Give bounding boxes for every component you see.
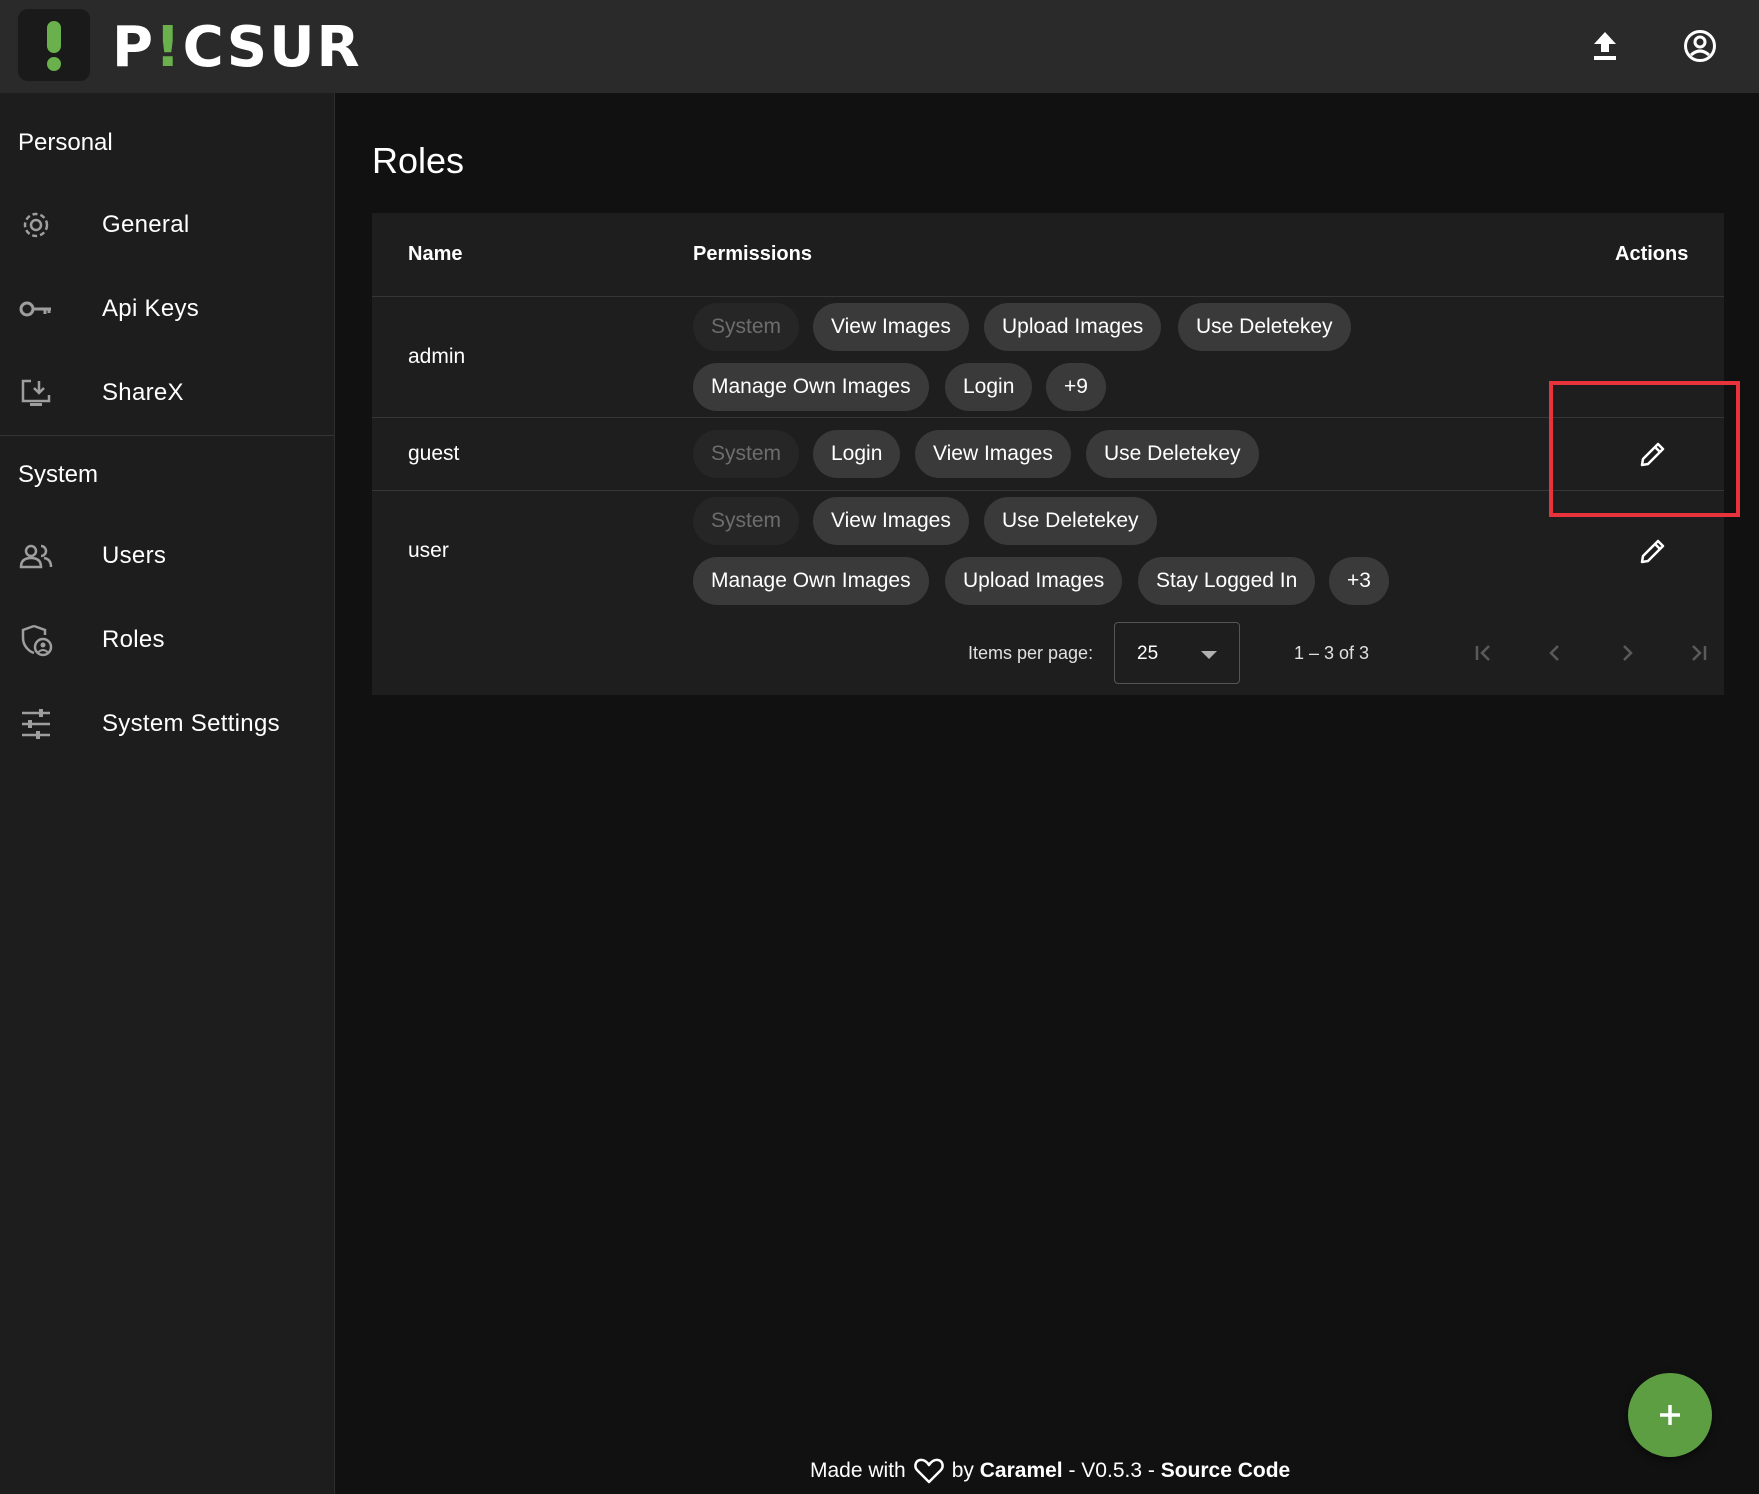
logo-icon	[18, 9, 90, 81]
permission-chip: View Images	[915, 430, 1071, 478]
permission-chip: System	[693, 497, 800, 545]
page-title: Roles	[372, 140, 465, 181]
chevron-left-icon	[1549, 645, 1559, 661]
permission-chip: Use Deletekey	[1086, 430, 1259, 478]
row-divider	[372, 417, 1724, 418]
column-header-name: Name	[408, 243, 463, 265]
edit-role-button[interactable]	[1629, 527, 1677, 575]
permission-chip: System	[693, 303, 800, 351]
sidebar-item-users[interactable]: Users	[0, 516, 334, 596]
role-name: admin	[408, 345, 466, 368]
sidebar-item-label: Api Keys	[102, 295, 200, 322]
previous-page-button[interactable]	[1531, 629, 1579, 677]
permission-chip: View Images	[813, 303, 969, 351]
permission-chip: Manage Own Images	[693, 363, 929, 411]
plus-icon	[1660, 1405, 1680, 1425]
role-name: guest	[408, 442, 460, 465]
tune-sliders-icon	[18, 706, 54, 742]
column-header-permissions: Permissions	[693, 243, 812, 265]
shield-user-icon	[18, 622, 54, 658]
items-per-page-label: Items per page:	[968, 643, 1094, 663]
sidebar-item-label: Users	[102, 542, 167, 569]
edit-role-button[interactable]	[1629, 430, 1677, 478]
sidebar-divider	[0, 435, 334, 436]
roles-table: Name Permissions Actions admin System Vi…	[372, 213, 1724, 695]
sidebar-section-personal: Personal	[18, 129, 113, 156]
next-page-button[interactable]	[1603, 629, 1651, 677]
footer-version: - V0.5.3 -	[1062, 1459, 1161, 1482]
sidebar-item-sharex[interactable]: ShareX	[0, 353, 334, 433]
pencil-icon	[1640, 539, 1665, 564]
footer-source-link[interactable]: Source Code	[1161, 1459, 1291, 1483]
column-header-actions: Actions	[1615, 243, 1689, 265]
permission-chip: Login	[813, 430, 901, 478]
permission-chip: Login	[945, 363, 1033, 411]
first-page-icon	[1475, 645, 1490, 661]
role-name: user	[408, 539, 449, 562]
top-app-bar: P! CSUR	[0, 0, 1759, 93]
permission-chip: View Images	[813, 497, 969, 545]
permission-chip-more: +3	[1329, 557, 1389, 605]
last-page-icon	[1692, 645, 1707, 661]
sidebar-item-general[interactable]: General	[0, 185, 334, 265]
users-icon	[18, 538, 54, 574]
add-role-button[interactable]	[1628, 1373, 1712, 1457]
chevron-right-icon	[1623, 645, 1633, 661]
permission-chip: System	[693, 430, 800, 478]
permission-chip: Manage Own Images	[693, 557, 929, 605]
permission-chip-more: +9	[1046, 363, 1106, 411]
sidebar-item-system-settings[interactable]: System Settings	[0, 684, 334, 764]
download-to-screen-icon	[18, 375, 54, 411]
sidebar: Personal General Api Keys ShareX System …	[0, 93, 335, 1494]
permission-chip: Upload Images	[984, 303, 1162, 351]
footer-by: by	[951, 1459, 974, 1482]
row-divider	[372, 296, 1724, 297]
last-page-button[interactable]	[1675, 629, 1723, 677]
permission-chip: Stay Logged In	[1138, 557, 1316, 605]
first-page-button[interactable]	[1459, 629, 1507, 677]
permission-chip: Use Deletekey	[984, 497, 1157, 545]
sidebar-section-system: System	[18, 461, 99, 488]
sidebar-item-roles[interactable]: Roles	[0, 600, 334, 680]
footer: Made with by Caramel - V0.5.3 - Source C…	[810, 1458, 1290, 1484]
pencil-icon	[1640, 442, 1665, 467]
footer-made-with: Made with	[810, 1459, 906, 1482]
key-icon	[18, 291, 54, 327]
upload-icon[interactable]	[1583, 24, 1627, 68]
account-circle-icon[interactable]	[1678, 24, 1722, 68]
items-per-page-select[interactable]: 25	[1114, 622, 1240, 684]
permission-chip: Upload Images	[945, 557, 1123, 605]
row-divider	[372, 490, 1724, 491]
sidebar-item-label: System Settings	[102, 710, 280, 737]
gear-icon	[18, 207, 54, 243]
chevron-down-icon	[1201, 651, 1217, 659]
page-range-label: 1 – 3 of 3	[1294, 643, 1370, 663]
heart-icon	[913, 1458, 944, 1484]
items-per-page-value: 25	[1137, 643, 1159, 664]
permission-chip: Use Deletekey	[1178, 303, 1351, 351]
sidebar-item-label: ShareX	[102, 379, 184, 406]
sidebar-item-api-keys[interactable]: Api Keys	[0, 269, 334, 349]
sidebar-item-label: General	[102, 211, 190, 238]
footer-author-link[interactable]: Caramel	[980, 1459, 1063, 1483]
app-logo-text: P! CSUR	[112, 14, 362, 80]
sidebar-item-label: Roles	[102, 626, 165, 653]
